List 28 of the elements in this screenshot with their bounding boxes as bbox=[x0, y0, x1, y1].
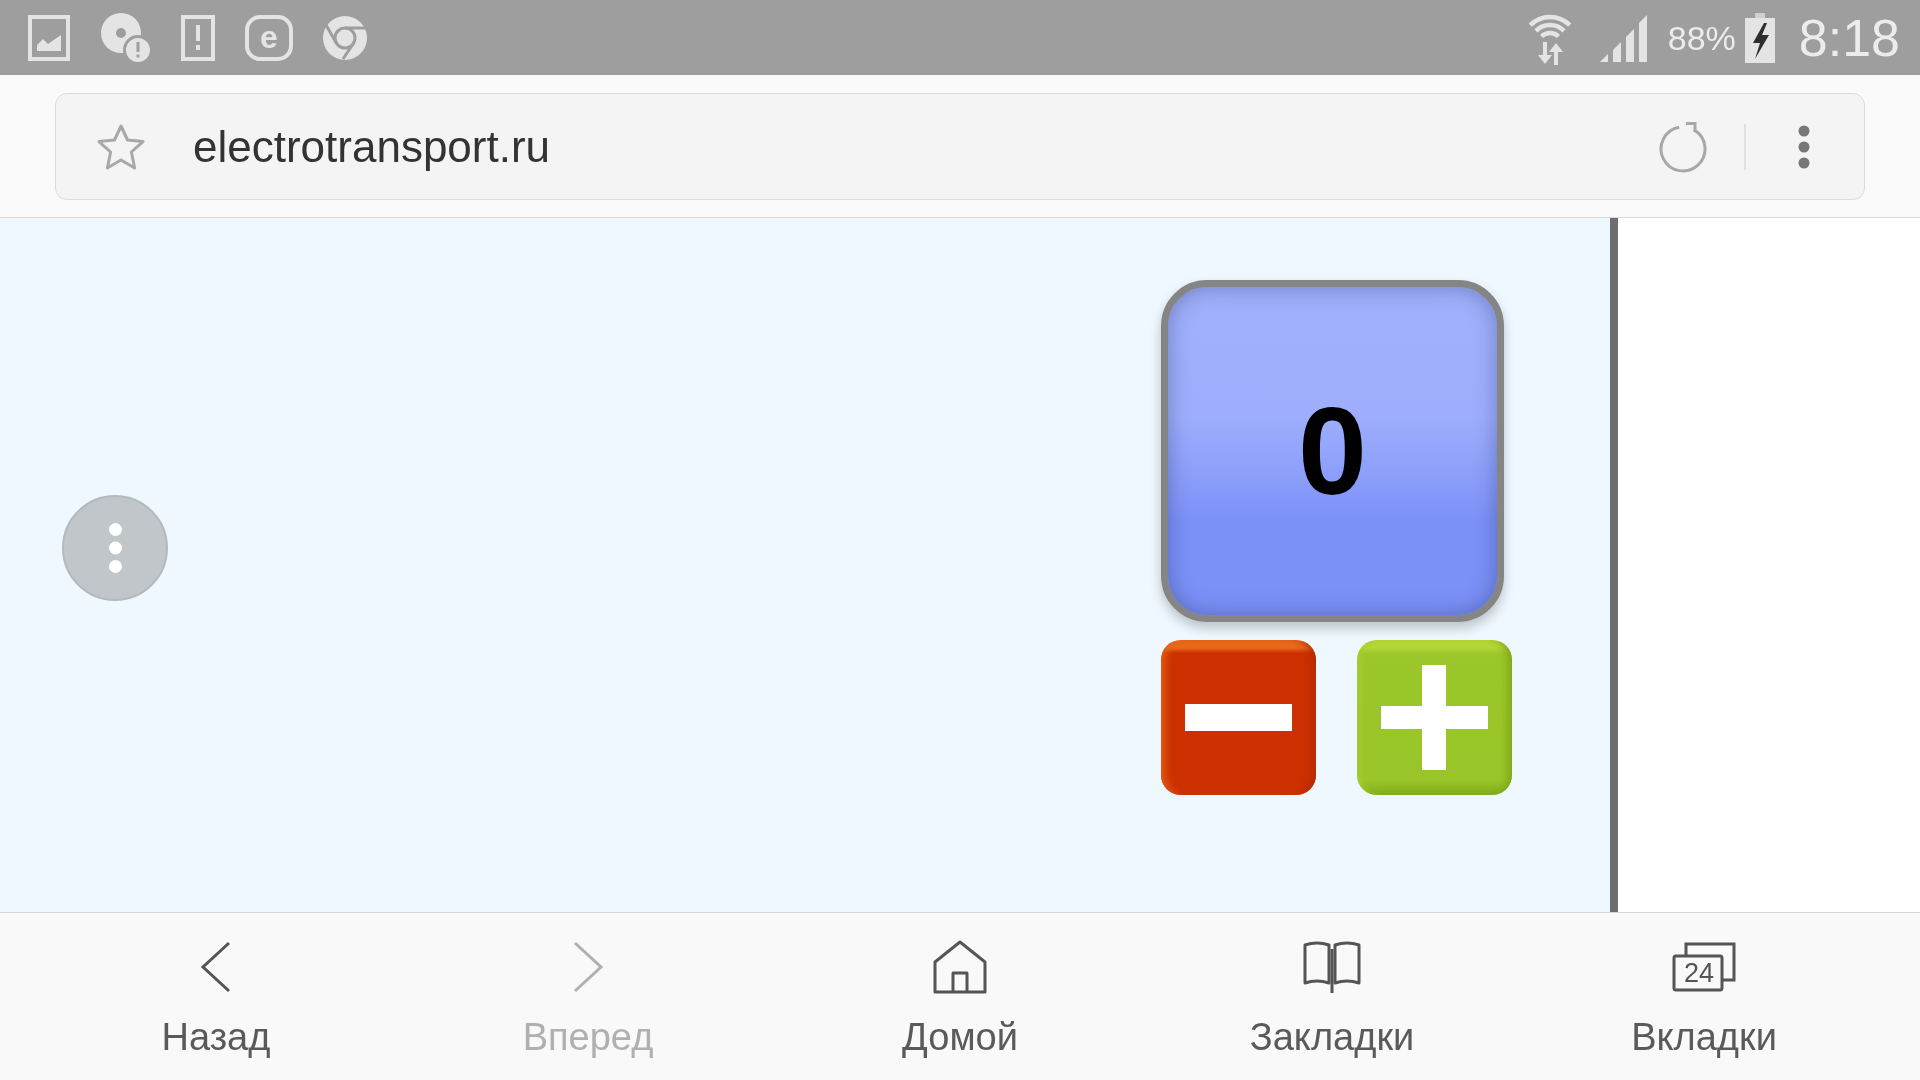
address-bar[interactable]: electrotransport.ru bbox=[55, 93, 1865, 200]
home-button[interactable]: Домой bbox=[774, 913, 1146, 1080]
disc-alert-icon bbox=[100, 12, 151, 63]
round-logo-icon bbox=[323, 15, 367, 60]
book-icon bbox=[1302, 941, 1362, 993]
increment-button[interactable] bbox=[1357, 640, 1512, 795]
plus-icon bbox=[1381, 665, 1488, 770]
more-icon[interactable] bbox=[1798, 124, 1810, 169]
url-field[interactable]: electrotransport.ru bbox=[193, 116, 1657, 177]
signal-icon bbox=[1598, 13, 1648, 62]
more-icon bbox=[108, 523, 122, 573]
image-icon bbox=[28, 14, 70, 61]
minus-icon bbox=[1185, 704, 1292, 731]
counter-display: 0 bbox=[1161, 280, 1504, 622]
home-icon bbox=[933, 940, 987, 994]
letter-icon: e bbox=[245, 14, 293, 61]
forward-icon bbox=[572, 941, 604, 993]
back-button[interactable]: Назад bbox=[30, 913, 402, 1080]
decrement-button[interactable] bbox=[1161, 640, 1316, 795]
battery-percent: 88% bbox=[1667, 20, 1736, 55]
reload-icon[interactable] bbox=[1657, 120, 1709, 173]
star-icon[interactable] bbox=[96, 122, 146, 171]
bookmarks-button[interactable]: Закладки bbox=[1146, 913, 1518, 1080]
tabs-button[interactable]: 24 Вкладки bbox=[1518, 913, 1890, 1080]
alert-card-icon bbox=[181, 14, 215, 61]
back-icon bbox=[200, 941, 232, 993]
clock: 8:18 bbox=[1798, 11, 1900, 64]
battery-charging-icon bbox=[1744, 12, 1775, 63]
